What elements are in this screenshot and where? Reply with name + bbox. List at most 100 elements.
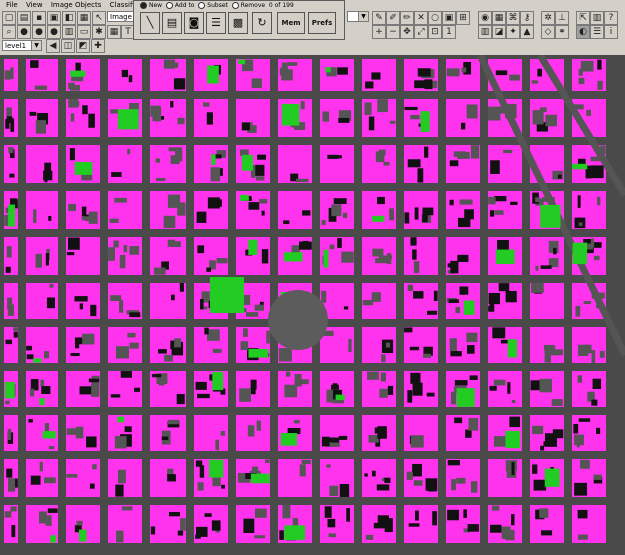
unclassified-patch: [377, 196, 385, 205]
unclassified-patch: [295, 178, 309, 183]
split-view-icon[interactable]: ◫: [61, 39, 75, 53]
network-icon[interactable]: ⌘: [506, 11, 520, 25]
drum-icon[interactable]: ◙: [184, 12, 204, 34]
window-tile-icon[interactable]: ▥: [590, 11, 604, 25]
building-block[interactable]: [530, 237, 564, 275]
mem-button[interactable]: Mem: [277, 12, 305, 34]
unclassified-patch: [489, 385, 497, 391]
sample-icon[interactable]: ✱: [92, 25, 106, 39]
brick-icon[interactable]: ▩: [228, 12, 248, 34]
sample-view-icon[interactable]: ◪: [492, 25, 506, 39]
building-block[interactable]: [404, 327, 438, 363]
building-block[interactable]: [108, 505, 142, 543]
class-dropdown[interactable]: ▼: [347, 11, 369, 22]
zoom-icon[interactable]: ⌕: [2, 25, 16, 39]
export-icon[interactable]: ⇱: [576, 11, 590, 25]
building-block[interactable]: [108, 191, 142, 229]
table-icon[interactable]: ▦: [107, 25, 121, 39]
unclassified-patch: [461, 67, 467, 73]
classification-map-view[interactable]: [0, 55, 625, 555]
unclassified-patch: [203, 102, 210, 107]
building-block[interactable]: [362, 459, 396, 497]
link-icon[interactable]: ⚭: [555, 25, 569, 39]
merge-icon[interactable]: ⊞: [456, 11, 470, 25]
classify-icon[interactable]: ◉: [478, 11, 492, 25]
unclassified-patch: [124, 426, 132, 433]
prefs-button[interactable]: Prefs: [308, 12, 336, 34]
pan-icon[interactable]: ✥: [400, 25, 414, 39]
circle-a-icon[interactable]: ●: [17, 25, 31, 39]
unclassified-patch: [531, 80, 539, 84]
unclassified-patch: [11, 524, 16, 538]
layer-icon[interactable]: ◧: [62, 11, 76, 25]
menu-view[interactable]: View: [26, 0, 43, 10]
line-tool-icon[interactable]: ╲: [140, 12, 160, 34]
tree-icon[interactable]: ⊥: [555, 11, 569, 25]
save-icon[interactable]: ▪: [32, 11, 46, 25]
tools-icon[interactable]: ✚: [91, 39, 105, 53]
building-block[interactable]: [572, 505, 606, 543]
unclassified-patch: [254, 535, 266, 539]
chart-icon[interactable]: ▥: [62, 25, 76, 39]
edit-icon[interactable]: ✎: [372, 11, 386, 25]
circle-c-icon[interactable]: ●: [47, 25, 61, 39]
vegetation-patch: [211, 154, 216, 165]
stack-icon[interactable]: ☰: [206, 12, 226, 34]
outline-icon[interactable]: ◩: [76, 39, 90, 53]
settings-icon[interactable]: ✲: [541, 11, 555, 25]
radio-remove[interactable]: [231, 2, 239, 9]
pen-icon[interactable]: ✏: [400, 11, 414, 25]
black-white-icon[interactable]: ◐: [576, 25, 590, 39]
grid-icon[interactable]: ▦: [77, 11, 91, 25]
radio-new[interactable]: [140, 2, 147, 9]
building-block[interactable]: [404, 237, 438, 275]
pointer-icon[interactable]: ↖: [92, 11, 106, 25]
new-project-icon[interactable]: ▢: [2, 11, 16, 25]
vegetation-patch: [209, 459, 224, 478]
help-icon[interactable]: ?: [604, 11, 618, 25]
lasso-icon[interactable]: ○: [428, 11, 442, 25]
close-icon[interactable]: ✕: [414, 11, 428, 25]
zoom-area-icon[interactable]: ⊡: [428, 25, 442, 39]
fit-icon[interactable]: ⤢: [414, 25, 428, 39]
image-view-icon[interactable]: ▣: [47, 11, 61, 25]
building-block[interactable]: [26, 191, 58, 229]
key-icon[interactable]: ⚷: [520, 11, 534, 25]
info-icon[interactable]: i: [604, 25, 618, 39]
menu-image-objects[interactable]: Image Objects: [51, 0, 102, 10]
building-block[interactable]: [320, 59, 354, 91]
classified-image-canvas[interactable]: [0, 55, 625, 555]
lock-icon[interactable]: ▲: [520, 25, 534, 39]
brush-icon[interactable]: ✦: [506, 25, 520, 39]
unclassified-patch: [503, 149, 513, 154]
unclassified-patch: [215, 439, 220, 451]
menu-file[interactable]: File: [6, 0, 18, 10]
building-block[interactable]: [320, 145, 354, 183]
navigate-back-icon[interactable]: ◀: [46, 39, 60, 53]
building-block[interactable]: [26, 237, 58, 275]
radio-add-to[interactable]: [165, 2, 173, 9]
building-block[interactable]: [278, 459, 312, 497]
zoom-in-icon[interactable]: +: [372, 25, 386, 39]
zoom-out-icon[interactable]: −: [386, 25, 400, 39]
outline-view-icon[interactable]: ◇: [541, 25, 555, 39]
building-block[interactable]: [194, 191, 228, 229]
calc-icon[interactable]: ▦: [492, 11, 506, 25]
window-icon[interactable]: ▤: [162, 12, 182, 34]
unclassified-patch: [88, 211, 98, 224]
chart-view-icon[interactable]: ▥: [478, 25, 492, 39]
radio-subset[interactable]: [198, 2, 206, 9]
zoom-100-icon[interactable]: 1: [442, 25, 456, 39]
building-block[interactable]: [66, 327, 100, 363]
circle-b-icon[interactable]: ●: [32, 25, 46, 39]
window-panel-icon[interactable]: ▭: [77, 25, 91, 39]
building-block[interactable]: [108, 145, 142, 183]
layers-icon[interactable]: ☰: [590, 25, 604, 39]
level-dropdown[interactable]: level1 ▼: [2, 40, 42, 51]
building-block[interactable]: [278, 191, 312, 229]
draw-icon[interactable]: ✐: [386, 11, 400, 25]
refresh-icon[interactable]: ↻: [252, 12, 272, 34]
open-folder-icon[interactable]: ▤: [17, 11, 31, 25]
building-block[interactable]: [26, 145, 58, 183]
box-icon[interactable]: ▣: [442, 11, 456, 25]
